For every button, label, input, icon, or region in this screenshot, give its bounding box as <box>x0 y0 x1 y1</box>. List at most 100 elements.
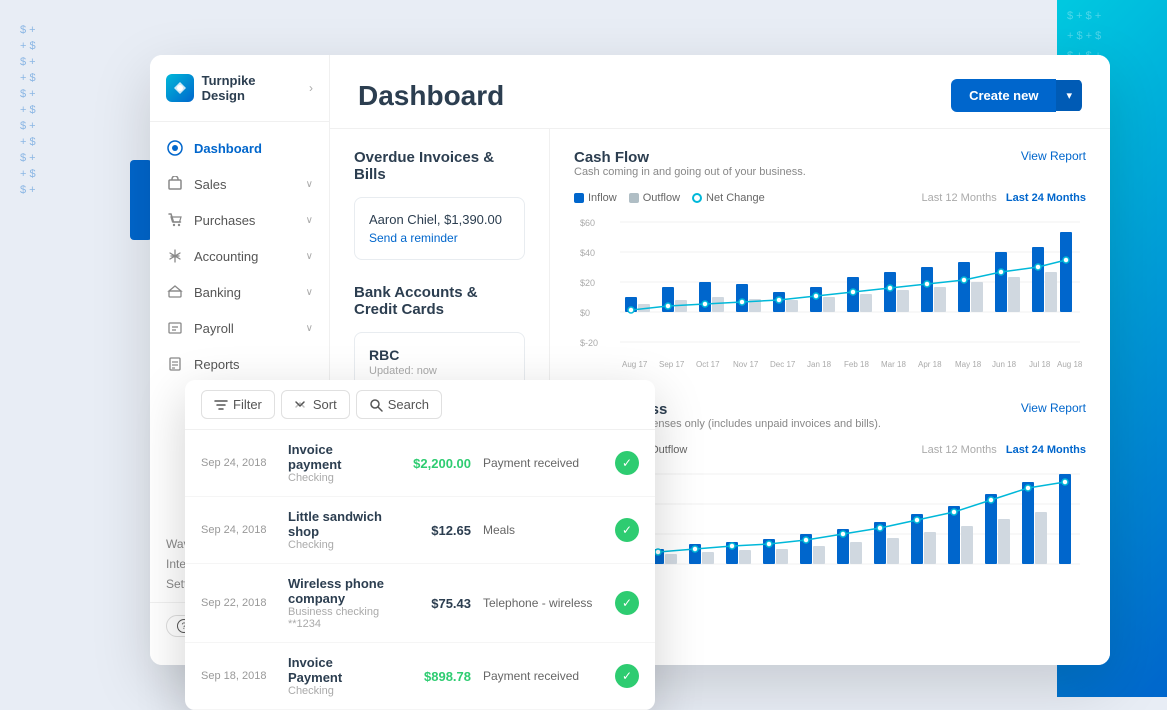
legend-net: Net Change <box>692 192 765 204</box>
cash-flow-legend: Inflow Outflow Net Change <box>574 192 1086 204</box>
sidebar-accounting-label: Accounting <box>194 249 258 264</box>
overdue-section: Overdue Invoices & Bills Aaron Chiel, $1… <box>354 149 525 260</box>
net-dot <box>692 193 702 203</box>
svg-text:Jun 18: Jun 18 <box>992 360 1017 369</box>
cash-flow-view-report[interactable]: View Report <box>1021 149 1086 163</box>
legend-outflow: Outflow <box>629 192 680 204</box>
sidebar-item-banking[interactable]: Banking ∨ <box>150 274 329 310</box>
cash-flow-chart: $60 $40 $20 $0 $-20 <box>574 212 1086 372</box>
svg-text:$-20: $-20 <box>580 338 598 348</box>
sidebar-brand[interactable]: Turnpike Design › <box>150 55 329 122</box>
filter-label: Filter <box>233 397 262 412</box>
accounting-chevron-icon: ∨ <box>306 251 313 262</box>
net-label: Net Change <box>706 192 765 204</box>
tx-details-4: Invoice Payment Checking <box>288 655 389 697</box>
sales-icon <box>166 175 184 193</box>
profit-loss-view-report[interactable]: View Report <box>1021 401 1086 415</box>
filter-button[interactable]: Filter <box>201 390 275 419</box>
tx-account-1: Checking <box>288 472 389 484</box>
sidebar-sales-label: Sales <box>194 177 227 192</box>
period-24m[interactable]: Last 24 Months <box>1006 192 1086 204</box>
outflow-label: Outflow <box>643 192 680 204</box>
sort-icon <box>294 398 308 412</box>
cash-flow-header-left: Cash Flow Cash coming in and going out o… <box>574 149 806 186</box>
tx-name-2: Little sandwich shop <box>288 509 389 539</box>
tx-category-2: Meals <box>483 523 603 537</box>
cash-flow-section: Cash Flow Cash coming in and going out o… <box>574 149 1086 377</box>
cash-flow-header: Cash Flow Cash coming in and going out o… <box>574 149 1086 186</box>
sidebar-item-sales[interactable]: Sales ∨ <box>150 166 329 202</box>
svg-text:Jan 18: Jan 18 <box>807 360 832 369</box>
sidebar-payroll-label: Payroll <box>194 321 234 336</box>
bg-symbols-left: $ + + $ $ + + $ $ + + $ $ + + $ $ + + $ … <box>0 0 130 697</box>
tx-amount-1: $2,200.00 <box>401 456 471 471</box>
period-selector: Last 12 Months Last 24 Months <box>922 192 1086 204</box>
table-row: Sep 24, 2018 Little sandwich shop Checki… <box>185 497 655 564</box>
pl-outflow-label: Outflow <box>650 444 687 456</box>
cash-flow-title: Cash Flow <box>574 149 806 166</box>
tx-date-1: Sep 24, 2018 <box>201 457 276 469</box>
overdue-title: Overdue Invoices & Bills <box>354 149 525 183</box>
svg-text:Feb 18: Feb 18 <box>844 360 869 369</box>
invoice-name: Aaron Chiel, $1,390.00 <box>369 212 510 227</box>
tx-account-4: Checking <box>288 685 389 697</box>
brand-logo <box>166 74 194 102</box>
bank-updated: Updated: now <box>369 365 510 377</box>
tx-category-1: Payment received <box>483 456 603 470</box>
inflow-label: Inflow <box>588 192 617 204</box>
pl-period-24m[interactable]: Last 24 Months <box>1006 444 1086 456</box>
svg-text:Jul 18: Jul 18 <box>1029 360 1051 369</box>
create-new-main-button[interactable]: Create new <box>951 79 1056 112</box>
outflow-dot <box>629 193 639 203</box>
tx-name-3: Wireless phone company <box>288 576 389 606</box>
sidebar-dashboard-label: Dashboard <box>194 141 262 156</box>
reports-icon <box>166 355 184 373</box>
sidebar-reports-label: Reports <box>194 357 240 372</box>
pl-period-12m[interactable]: Last 12 Months <box>922 444 997 456</box>
accounting-icon <box>166 247 184 265</box>
tx-details-2: Little sandwich shop Checking <box>288 509 389 551</box>
page-title: Dashboard <box>358 80 504 112</box>
sidebar-banking-label: Banking <box>194 285 241 300</box>
filter-icon <box>214 398 228 412</box>
svg-text:Aug 18: Aug 18 <box>1057 360 1083 369</box>
sidebar-item-purchases[interactable]: Purchases ∨ <box>150 202 329 238</box>
accent-bar-short <box>130 160 152 240</box>
table-row: Sep 24, 2018 Invoice payment Checking $2… <box>185 430 655 497</box>
banking-chevron-icon: ∨ <box>306 287 313 298</box>
tx-status-4: ✓ <box>615 664 639 688</box>
transactions-toolbar: Filter Sort Search <box>185 380 655 430</box>
tx-category-4: Payment received <box>483 669 603 683</box>
tx-name-4: Invoice Payment <box>288 655 389 685</box>
send-reminder-link[interactable]: Send a reminder <box>369 231 510 245</box>
tx-name-1: Invoice payment <box>288 442 389 472</box>
table-row: Sep 22, 2018 Wireless phone company Busi… <box>185 564 655 643</box>
tx-details-1: Invoice payment Checking <box>288 442 389 484</box>
pl-period-selector: Last 12 Months Last 24 Months <box>922 444 1086 456</box>
search-button[interactable]: Search <box>356 390 442 419</box>
tx-date-4: Sep 18, 2018 <box>201 670 276 682</box>
sales-chevron-icon: ∨ <box>306 179 313 190</box>
table-row: Sep 18, 2018 Invoice Payment Checking $8… <box>185 643 655 710</box>
sidebar-item-dashboard[interactable]: Dashboard <box>150 130 329 166</box>
sort-button[interactable]: Sort <box>281 390 350 419</box>
svg-text:Dec 17: Dec 17 <box>770 360 796 369</box>
tx-status-2: ✓ <box>615 518 639 542</box>
banking-icon <box>166 283 184 301</box>
svg-text:Mar 18: Mar 18 <box>881 360 906 369</box>
period-12m[interactable]: Last 12 Months <box>922 192 997 204</box>
svg-text:Oct 17: Oct 17 <box>696 360 720 369</box>
inflow-dot <box>574 193 584 203</box>
tx-account-2: Checking <box>288 539 389 551</box>
sidebar-item-reports[interactable]: Reports <box>150 346 329 382</box>
tx-date-3: Sep 22, 2018 <box>201 597 276 609</box>
tx-status-3: ✓ <box>615 591 639 615</box>
sidebar-item-payroll[interactable]: Payroll ∨ <box>150 310 329 346</box>
purchases-chevron-icon: ∨ <box>306 215 313 226</box>
tx-details-3: Wireless phone company Business checking… <box>288 576 389 630</box>
payroll-chevron-icon: ∨ <box>306 323 313 334</box>
tx-amount-3: $75.43 <box>401 596 471 611</box>
create-new-dropdown-button[interactable]: ▾ <box>1056 80 1082 111</box>
create-new-button-group: Create new ▾ <box>951 79 1082 112</box>
sidebar-item-accounting[interactable]: Accounting ∨ <box>150 238 329 274</box>
